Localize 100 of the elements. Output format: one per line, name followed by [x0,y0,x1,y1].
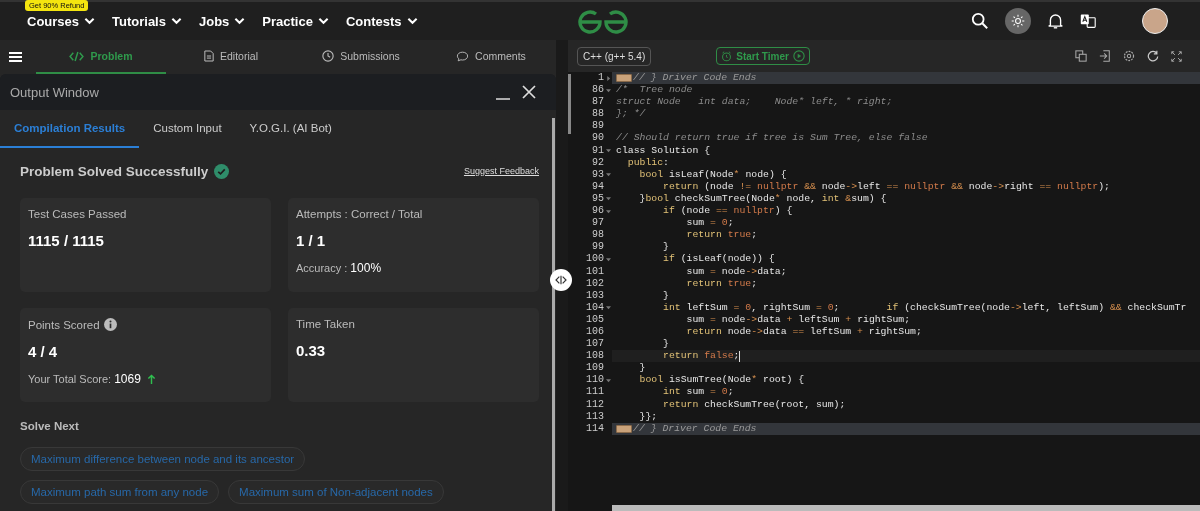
output-tab[interactable]: Y.O.G.I. (AI Bot) [235,110,346,148]
scrollbar[interactable] [552,118,555,511]
output-tab[interactable]: Custom Input [139,110,236,148]
line-number: 101 [586,265,604,278]
code-line: class Solution { [616,144,711,157]
right-triangle-icon[interactable] [605,75,611,81]
nav-menu-item[interactable]: Jobs [198,13,246,29]
theme-toggle-button[interactable] [1005,8,1031,34]
code-line: public: [626,156,669,169]
line-number: 111 [586,386,604,399]
down-triangle-icon[interactable] [605,87,611,93]
code-line: // } Driver Code Ends [633,72,757,85]
down-triangle-icon[interactable] [605,196,611,202]
scrollbar[interactable] [612,505,1200,511]
code-line: struct Node int data; Node* left, * right; [616,96,893,109]
suggest-feedback-link[interactable]: Suggest Feedback [463,166,539,176]
line-number: 90 [592,132,604,145]
code-line: // Should return true if tree is Sum Tree, else false [616,132,928,145]
sun-icon [1011,14,1025,28]
line-number: 107 [586,338,604,351]
line-number: 96 [592,205,604,218]
line-number: 100 [586,253,604,266]
code-line: return node->data == leftSum + rightSum; [685,325,922,339]
search-icon[interactable] [971,12,989,30]
down-triangle-icon[interactable] [605,172,611,178]
stat-label: Attempts : Correct / Total [296,208,423,220]
language-dropdown[interactable]: C++ (g++ 5.4) [577,46,652,66]
stat-sub-value: 100% [350,261,382,275]
stat-value: 4 / 4 [28,343,59,360]
settings-icon[interactable] [1123,50,1135,62]
line-number: 109 [586,362,604,375]
line-number: 98 [592,229,604,242]
code-line: sum = 0; [685,217,734,230]
line-number: 105 [586,313,604,326]
line-number: 104 [586,301,604,314]
speech-bubble-icon [456,50,470,62]
stat-sub-label: Your Total Score: [28,373,112,385]
code-line: int leftSum = 0, rightSum = 0; if (checkSumTree(node->left, leftSum) && checkSumTr [662,301,1187,314]
reset-icon[interactable] [1147,50,1159,62]
menu-icon[interactable] [9,50,22,64]
chevron-icon [406,17,418,25]
code-line: return true; [685,277,758,290]
logo-icon[interactable] [578,10,628,34]
down-triangle-icon[interactable] [605,148,611,154]
code-line: }; */ [616,108,646,121]
down-triangle-icon[interactable] [605,377,611,383]
folded-code-marker[interactable] [616,424,632,433]
stat-label: Test Cases Passed [28,208,127,220]
line-number: 86 [592,84,604,97]
line-number: 92 [592,156,604,169]
stat-label: Time Taken [296,318,355,330]
import-file-icon[interactable] [1099,50,1111,62]
down-triangle-icon[interactable] [605,305,611,311]
chevron-icon [317,17,329,25]
scrollbar[interactable] [568,74,571,134]
copy-icon[interactable] [1075,50,1087,62]
line-number: 1 [598,72,604,85]
alarm-clock-icon [721,50,733,62]
chevron-icon [84,17,96,25]
info-icon[interactable] [103,318,117,331]
nav-menu-item[interactable]: Tutorials [112,13,182,29]
stat-value: 0.33 [296,342,327,359]
line-number: 97 [592,217,604,230]
code-line: }}; [638,410,658,423]
close-icon[interactable] [522,85,536,99]
code-icon [69,50,85,62]
code-line: } [662,241,669,254]
line-number: 89 [592,120,604,133]
nav-menu-item[interactable]: Courses [27,13,96,29]
check-circle-icon [214,163,230,179]
line-number: 102 [586,277,604,290]
code-line: sum = node->data + leftSum + rightSum; [685,313,911,326]
code-line: int sum = 0; [662,386,734,399]
code-line: } [638,362,646,375]
down-triangle-icon[interactable] [605,256,611,262]
code-line: if (isLeaf(node)) { [662,253,775,266]
line-number: 112 [586,398,604,411]
play-icon [792,50,805,62]
line-number: 113 [586,410,604,423]
problem-tab[interactable]: Editorial [166,40,296,74]
down-triangle-icon[interactable] [605,208,611,214]
section-title: Solve Next [20,420,80,432]
code-line: return false; [662,350,740,363]
start-timer-button[interactable]: Start Timer [716,47,810,65]
avatar[interactable] [1142,8,1168,34]
folded-code-marker[interactable] [616,74,632,83]
fullscreen-icon[interactable] [1171,50,1182,62]
problem-tab[interactable]: Submissions [296,40,426,74]
code-line: return checkSumTree(root, sum); [662,398,846,411]
translate-icon[interactable] [1080,13,1096,29]
line-number: 106 [586,325,604,339]
bell-icon[interactable] [1047,12,1064,30]
line-number: 108 [586,350,604,363]
document-icon [204,50,215,62]
problem-tab[interactable]: Comments [426,40,556,74]
nav-menu-item[interactable]: Practice [262,13,329,29]
stat-value: 1 / 1 [296,232,327,249]
line-number: 94 [592,180,604,193]
nav-menu-item[interactable]: Contests [345,13,418,29]
code-line: } [662,338,669,351]
